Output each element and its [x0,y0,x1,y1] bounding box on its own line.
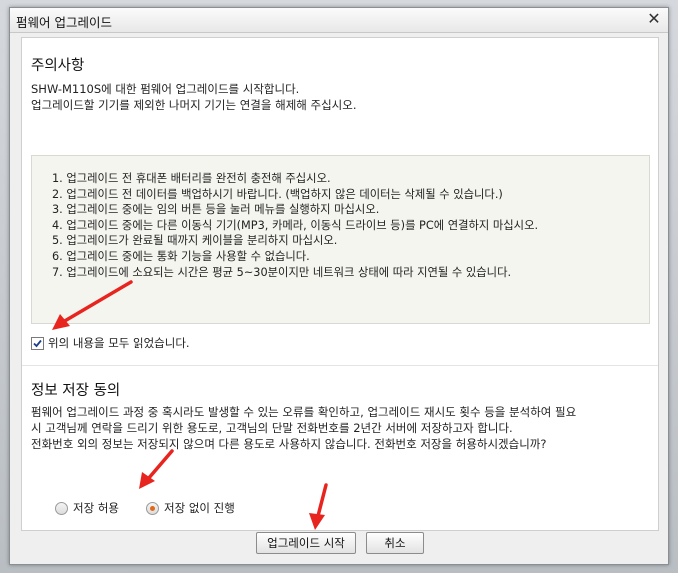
read-confirm-checkbox[interactable] [31,337,44,350]
notice-list-box: 1. 업그레이드 전 휴대폰 배터리를 완전히 충전해 주십시오. 2. 업그레… [31,155,650,324]
notice-intro-line1: SHW-M110S에 대한 펌웨어 업그레이드를 시작합니다. [31,82,300,96]
consent-line1: 펌웨어 업그레이드 과정 중 혹시라도 발생할 수 있는 오류를 확인하고, 업… [31,405,577,419]
notice-heading: 주의사항 [31,58,85,74]
consent-heading: 정보 저장 동의 [31,383,121,399]
start-upgrade-button[interactable]: 업그레이드 시작 [256,532,356,554]
radio-proceed-without-save-label: 저장 없이 진행 [164,501,235,515]
close-icon[interactable]: ✕ [646,11,662,27]
consent-line3: 전화번호 외의 정보는 저장되지 않으며 다른 용도로 사용하지 않습니다. 전… [31,437,547,451]
content-panel: 주의사항 SHW-M110S에 대한 펌웨어 업그레이드를 시작합니다. 업그레… [21,37,659,531]
radio-allow-save-label: 저장 허용 [73,501,119,515]
checkmark-icon [33,339,42,348]
read-confirm-label: 위의 내용을 모두 읽었습니다. [48,336,190,350]
section-divider [22,365,658,366]
notice-item: 1. 업그레이드 전 휴대폰 배터리를 완전히 충전해 주십시오. [52,172,331,185]
notice-item: 5. 업그레이드가 완료될 때까지 케이블을 분리하지 마십시오. [52,234,338,248]
consent-line2: 시 고객님께 연락을 드리기 위한 용도로, 고객님의 단말 전화번호를 2년간… [31,421,513,435]
notice-item: 2. 업그레이드 전 데이터를 백업하시기 바랍니다. (백업하지 않은 데이터… [52,187,503,201]
notice-item: 4. 업그레이드 중에는 다른 이동식 기기(MP3, 카메라, 이동식 드라이… [52,218,539,232]
notice-item: 3. 업그레이드 중에는 임의 버튼 등을 눌러 메뉴를 실행하지 마십시오. [52,203,380,217]
notice-list: 1. 업그레이드 전 휴대폰 배터리를 완전히 충전해 주십시오. 2. 업그레… [52,171,538,280]
title-bar: 펌웨어 업그레이드 ✕ [10,8,668,33]
firmware-upgrade-dialog: 펌웨어 업그레이드 ✕ 주의사항 SHW-M110S에 대한 펌웨어 업그레이드… [9,7,669,565]
notice-intro-line2: 업그레이드할 기기를 제외한 나머지 기기는 연결을 해제해 주십시오. [31,98,357,112]
notice-item: 6. 업그레이드 중에는 통화 기능을 사용할 수 없습니다. [52,249,310,263]
cancel-button[interactable]: 취소 [366,532,424,554]
radio-allow-save-input[interactable] [55,502,68,515]
radio-proceed-without-save-input[interactable] [146,502,159,515]
notice-item: 7. 업그레이드에 소요되는 시간은 평균 5~30분이지만 네트워크 상태에 … [52,265,512,279]
window-title: 펌웨어 업그레이드 [16,15,112,30]
